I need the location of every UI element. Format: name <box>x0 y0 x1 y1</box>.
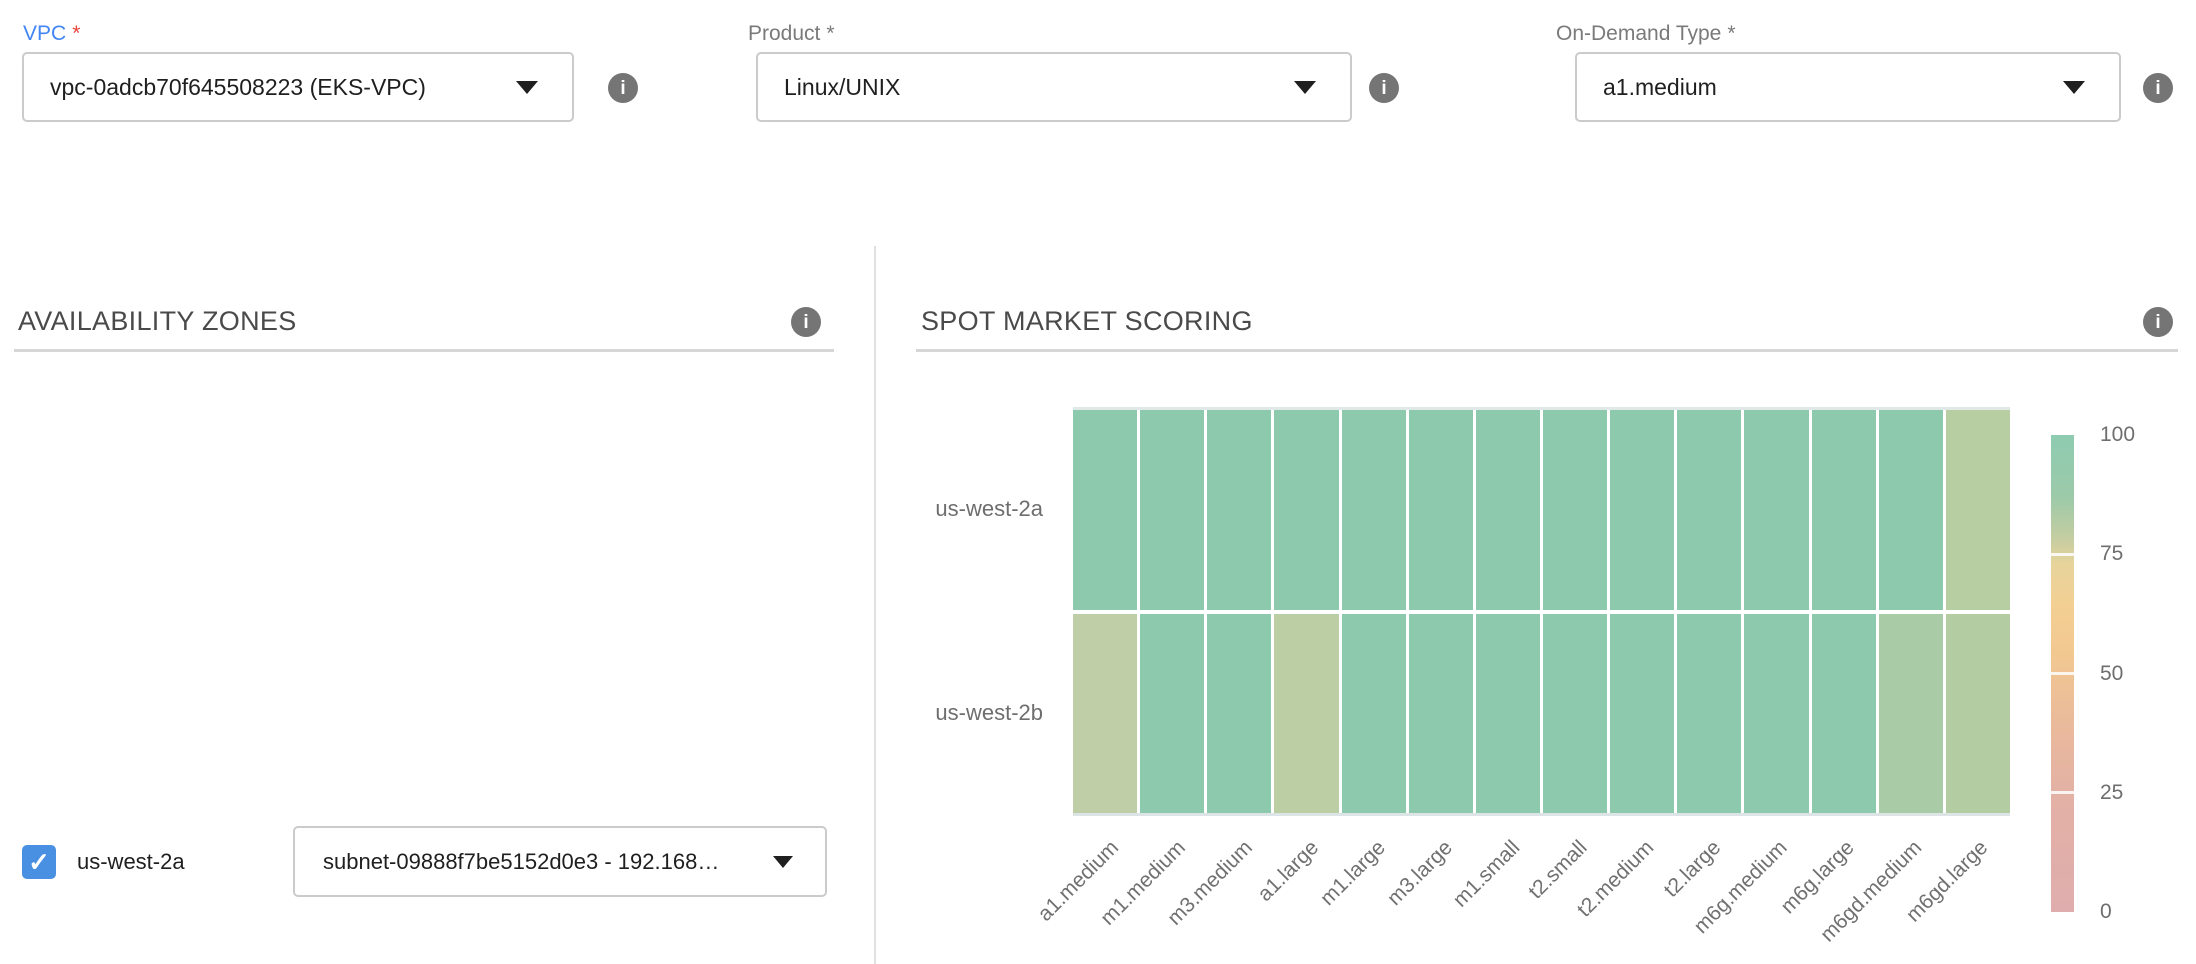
heatmap-cell-us-west-2a-t2.large <box>1677 410 1741 610</box>
spot-market-scoring-rule <box>916 349 2178 352</box>
heatmap-cell-us-west-2a-t2.medium <box>1610 410 1674 610</box>
subnet-select-value: subnet-09888f7be5152d0e3 - 192.168… <box>295 849 773 875</box>
heatmap-cell-us-west-2b-a1.large <box>1274 614 1338 814</box>
heatmap-cell-us-west-2a-m3.medium <box>1207 410 1271 610</box>
heatmap-cell-us-west-2a-m6g.medium <box>1744 410 1808 610</box>
heatmap-row-label-us-west-2b: us-west-2b <box>843 700 1043 726</box>
availability-zones-info-icon[interactable]: i <box>791 307 821 337</box>
heatmap-cell-us-west-2b-t2.medium <box>1610 614 1674 814</box>
heatmap-cell-us-west-2a-m6g.large <box>1812 410 1876 610</box>
product-select-value: Linux/UNIX <box>758 74 1294 101</box>
heatmap-cell-us-west-2b-m1.small <box>1476 614 1540 814</box>
vpc-select[interactable]: vpc-0adcb70f645508223 (EKS-VPC) <box>22 52 574 122</box>
heatmap-col-label-m1.small: m1.small <box>1449 836 1525 912</box>
legend-label-50: 50 <box>2100 662 2160 686</box>
availability-zones-rule <box>14 349 834 352</box>
heatmap-col-label-t2.large: t2.large <box>1659 836 1726 903</box>
chevron-down-icon <box>2063 81 2085 94</box>
chevron-down-icon <box>773 856 793 868</box>
heatmap-cell-us-west-2b-m1.medium <box>1140 614 1204 814</box>
on-demand-type-label: On-Demand Type * <box>1556 22 1736 46</box>
heatmap-cell-us-west-2a-m6gd.large <box>1946 410 2010 610</box>
heatmap-cell-us-west-2a-m1.small <box>1476 410 1540 610</box>
legend-label-0: 0 <box>2100 900 2160 924</box>
heatmap-col-label-t2.small: t2.small <box>1524 836 1592 904</box>
on-demand-type-select-value: a1.medium <box>1577 74 2063 101</box>
heatmap-cell-us-west-2a-m6gd.medium <box>1879 410 1943 610</box>
heatmap-cell-us-west-2a-m1.large <box>1342 410 1406 610</box>
heatmap-cell-us-west-2b-m6gd.large <box>1946 614 2010 814</box>
product-info-icon[interactable]: i <box>1369 73 1399 103</box>
zone-name-label: us-west-2a <box>77 849 185 875</box>
heatmap-cell-us-west-2b-m6g.large <box>1812 614 1876 814</box>
legend-label-100: 100 <box>2100 423 2160 447</box>
availability-zones-title: AVAILABILITY ZONES <box>18 306 297 337</box>
heatmap-cell-us-west-2b-t2.small <box>1543 614 1607 814</box>
heatmap-cell-us-west-2a-t2.small <box>1543 410 1607 610</box>
chevron-down-icon <box>1294 81 1316 94</box>
heatmap-cell-us-west-2a-m1.medium <box>1140 410 1204 610</box>
legend-tick-75 <box>2051 553 2074 556</box>
heatmap-color-legend <box>2051 435 2074 912</box>
heatmap-cell-us-west-2a-m3.large <box>1409 410 1473 610</box>
section-divider <box>874 246 876 964</box>
vpc-label: VPC * <box>23 22 80 46</box>
product-required-star: * <box>826 22 834 45</box>
chevron-down-icon <box>516 81 538 94</box>
spot-market-scoring-info-icon[interactable]: i <box>2143 307 2173 337</box>
vpc-info-icon[interactable]: i <box>608 73 638 103</box>
heatmap-col-label-a1.large: a1.large <box>1254 836 1325 907</box>
heatmap-col-label-m1.large: m1.large <box>1316 836 1391 911</box>
heatmap-cell-us-west-2a-a1.medium <box>1073 410 1137 610</box>
vpc-required-star: * <box>72 22 80 45</box>
legend-label-75: 75 <box>2100 542 2160 566</box>
on-demand-type-select[interactable]: a1.medium <box>1575 52 2121 122</box>
vpc-select-value: vpc-0adcb70f645508223 (EKS-VPC) <box>24 74 516 101</box>
on-demand-type-info-icon[interactable]: i <box>2143 73 2173 103</box>
spot-configuration-page: VPC * vpc-0adcb70f645508223 (EKS-VPC) i P… <box>0 0 2196 964</box>
heatmap-col-label-m3.large: m3.large <box>1383 836 1458 911</box>
heatmap-cell-us-west-2b-m3.large <box>1409 614 1473 814</box>
heatmap-row-label-us-west-2a: us-west-2a <box>843 496 1043 522</box>
heatmap-cell-us-west-2b-a1.medium <box>1073 614 1137 814</box>
spot-market-scoring-title: SPOT MARKET SCORING <box>921 306 1253 337</box>
on-demand-type-required-star: * <box>1727 22 1735 45</box>
product-label-text: Product <box>748 22 820 45</box>
heatmap-cell-us-west-2b-t2.large <box>1677 614 1741 814</box>
heatmap-cell-us-west-2b-m3.medium <box>1207 614 1271 814</box>
spot-score-heatmap <box>1073 407 2010 816</box>
legend-tick-50 <box>2051 672 2074 675</box>
heatmap-cell-us-west-2b-m1.large <box>1342 614 1406 814</box>
heatmap-cell-us-west-2b-m6g.medium <box>1744 614 1808 814</box>
heatmap-cell-us-west-2b-m6gd.medium <box>1879 614 1943 814</box>
product-label: Product * <box>748 22 835 46</box>
vpc-label-text: VPC <box>23 22 66 45</box>
legend-label-25: 25 <box>2100 781 2160 805</box>
heatmap-cell-us-west-2a-a1.large <box>1274 410 1338 610</box>
product-select[interactable]: Linux/UNIX <box>756 52 1352 122</box>
subnet-select-us-west-2a[interactable]: subnet-09888f7be5152d0e3 - 192.168… <box>293 826 827 897</box>
legend-tick-25 <box>2051 791 2074 794</box>
on-demand-type-label-text: On-Demand Type <box>1556 22 1721 45</box>
zone-checkbox-us-west-2a[interactable]: ✓ <box>22 845 56 879</box>
